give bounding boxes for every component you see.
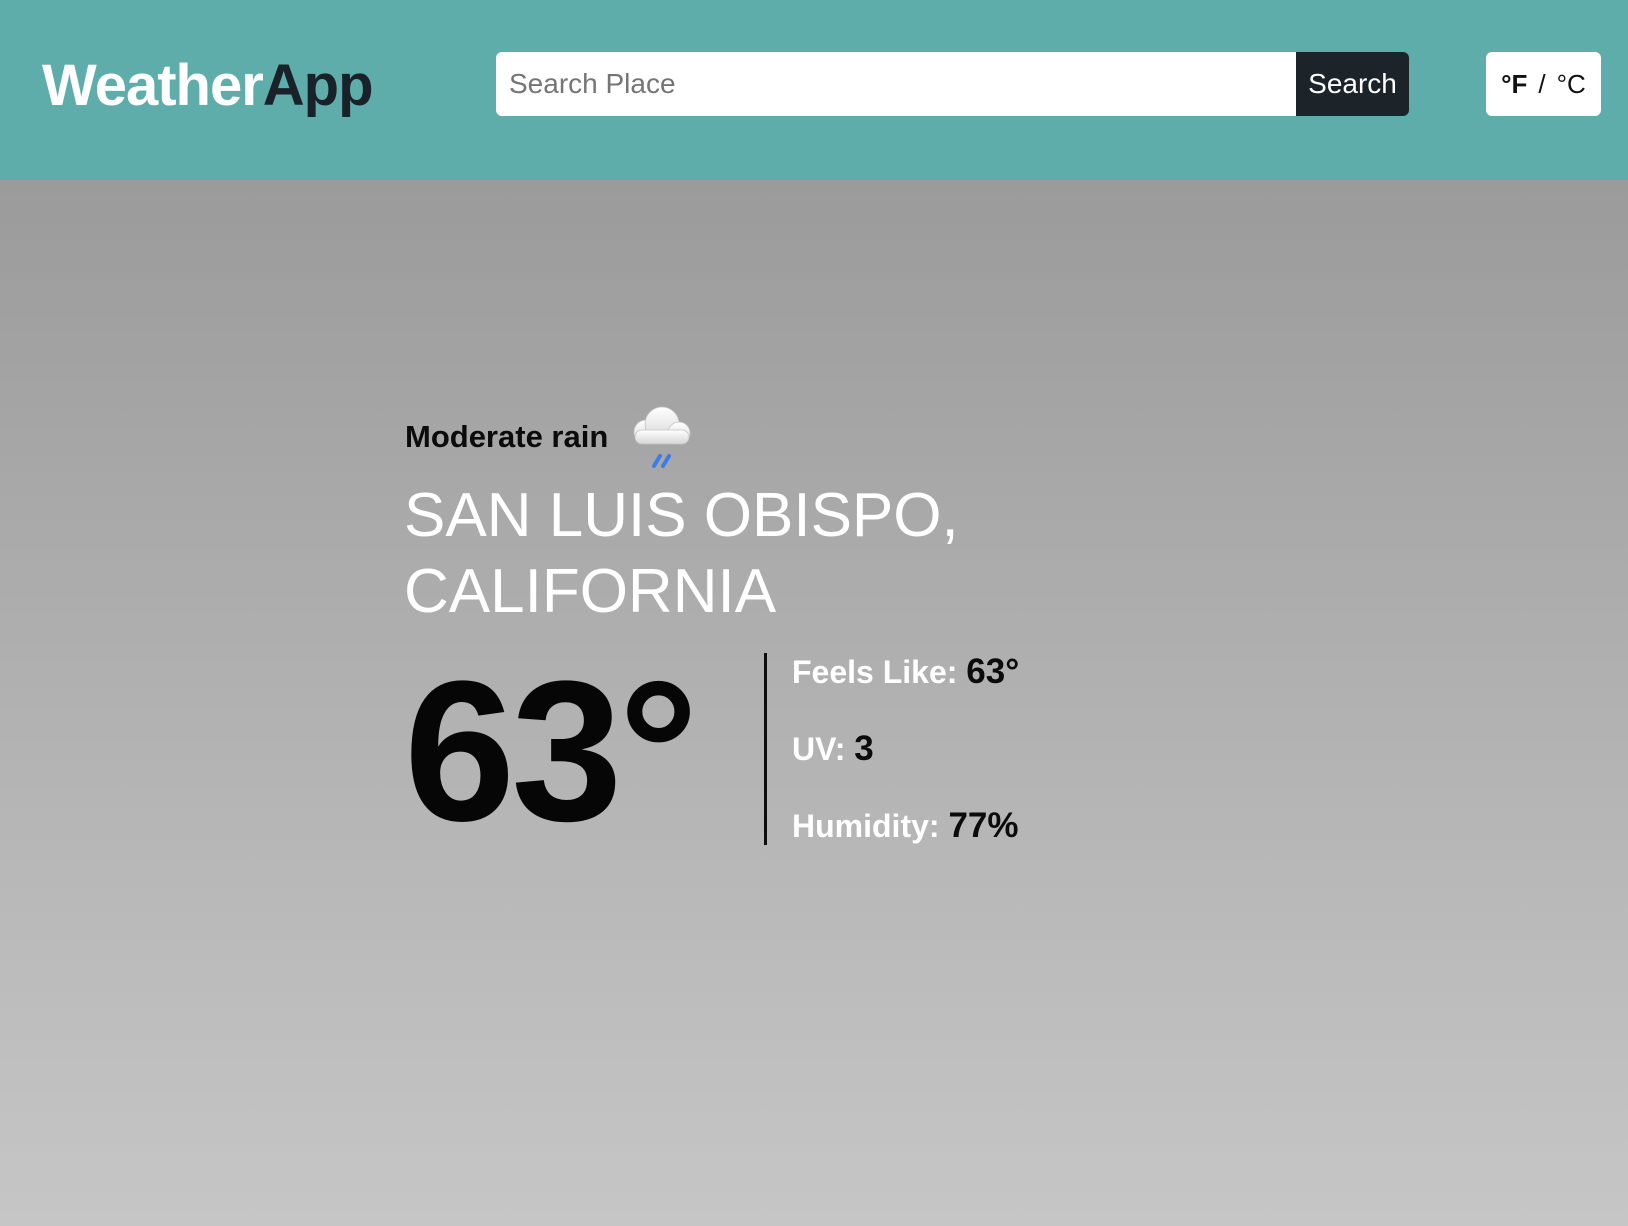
unit-fahrenheit[interactable]: °F bbox=[1501, 69, 1527, 100]
unit-celsius[interactable]: °C bbox=[1557, 69, 1586, 100]
humidity-label: Humidity: bbox=[792, 808, 940, 844]
condition-text: Moderate rain bbox=[405, 419, 609, 454]
rain-cloud-icon bbox=[633, 406, 691, 468]
logo-app-text: App bbox=[262, 53, 374, 118]
feels-like-value: 63° bbox=[966, 652, 1020, 691]
search-form: Search bbox=[496, 52, 1409, 116]
feels-like-label: Feels Like: bbox=[792, 654, 958, 690]
search-input[interactable] bbox=[496, 52, 1296, 116]
vertical-divider bbox=[764, 653, 767, 845]
uv-label: UV: bbox=[792, 731, 846, 767]
uv-value: 3 bbox=[854, 729, 874, 768]
location-name: SAN LUIS OBISPO, CALIFORNIA bbox=[404, 481, 959, 626]
unit-separator: / bbox=[1538, 68, 1546, 99]
detail-humidity: Humidity: 77% bbox=[792, 804, 1019, 881]
weather-page: WeatherApp Search °F / °C Moderate rain bbox=[0, 0, 1628, 1226]
top-navbar: WeatherApp Search °F / °C bbox=[0, 0, 1628, 180]
search-button[interactable]: Search bbox=[1296, 52, 1409, 116]
humidity-value: 77% bbox=[948, 806, 1019, 845]
detail-uv: UV: 3 bbox=[792, 727, 1019, 804]
unit-toggle[interactable]: °F / °C bbox=[1486, 52, 1601, 116]
detail-feels-like: Feels Like: 63° bbox=[792, 650, 1019, 727]
weather-details: Feels Like: 63° UV: 3 Humidity: 77% bbox=[792, 650, 1019, 881]
app-logo[interactable]: WeatherApp bbox=[42, 53, 374, 118]
logo-weather-text: Weather bbox=[42, 53, 264, 118]
weather-condition: Moderate rain bbox=[405, 402, 696, 472]
current-temperature: 63° bbox=[404, 640, 698, 863]
